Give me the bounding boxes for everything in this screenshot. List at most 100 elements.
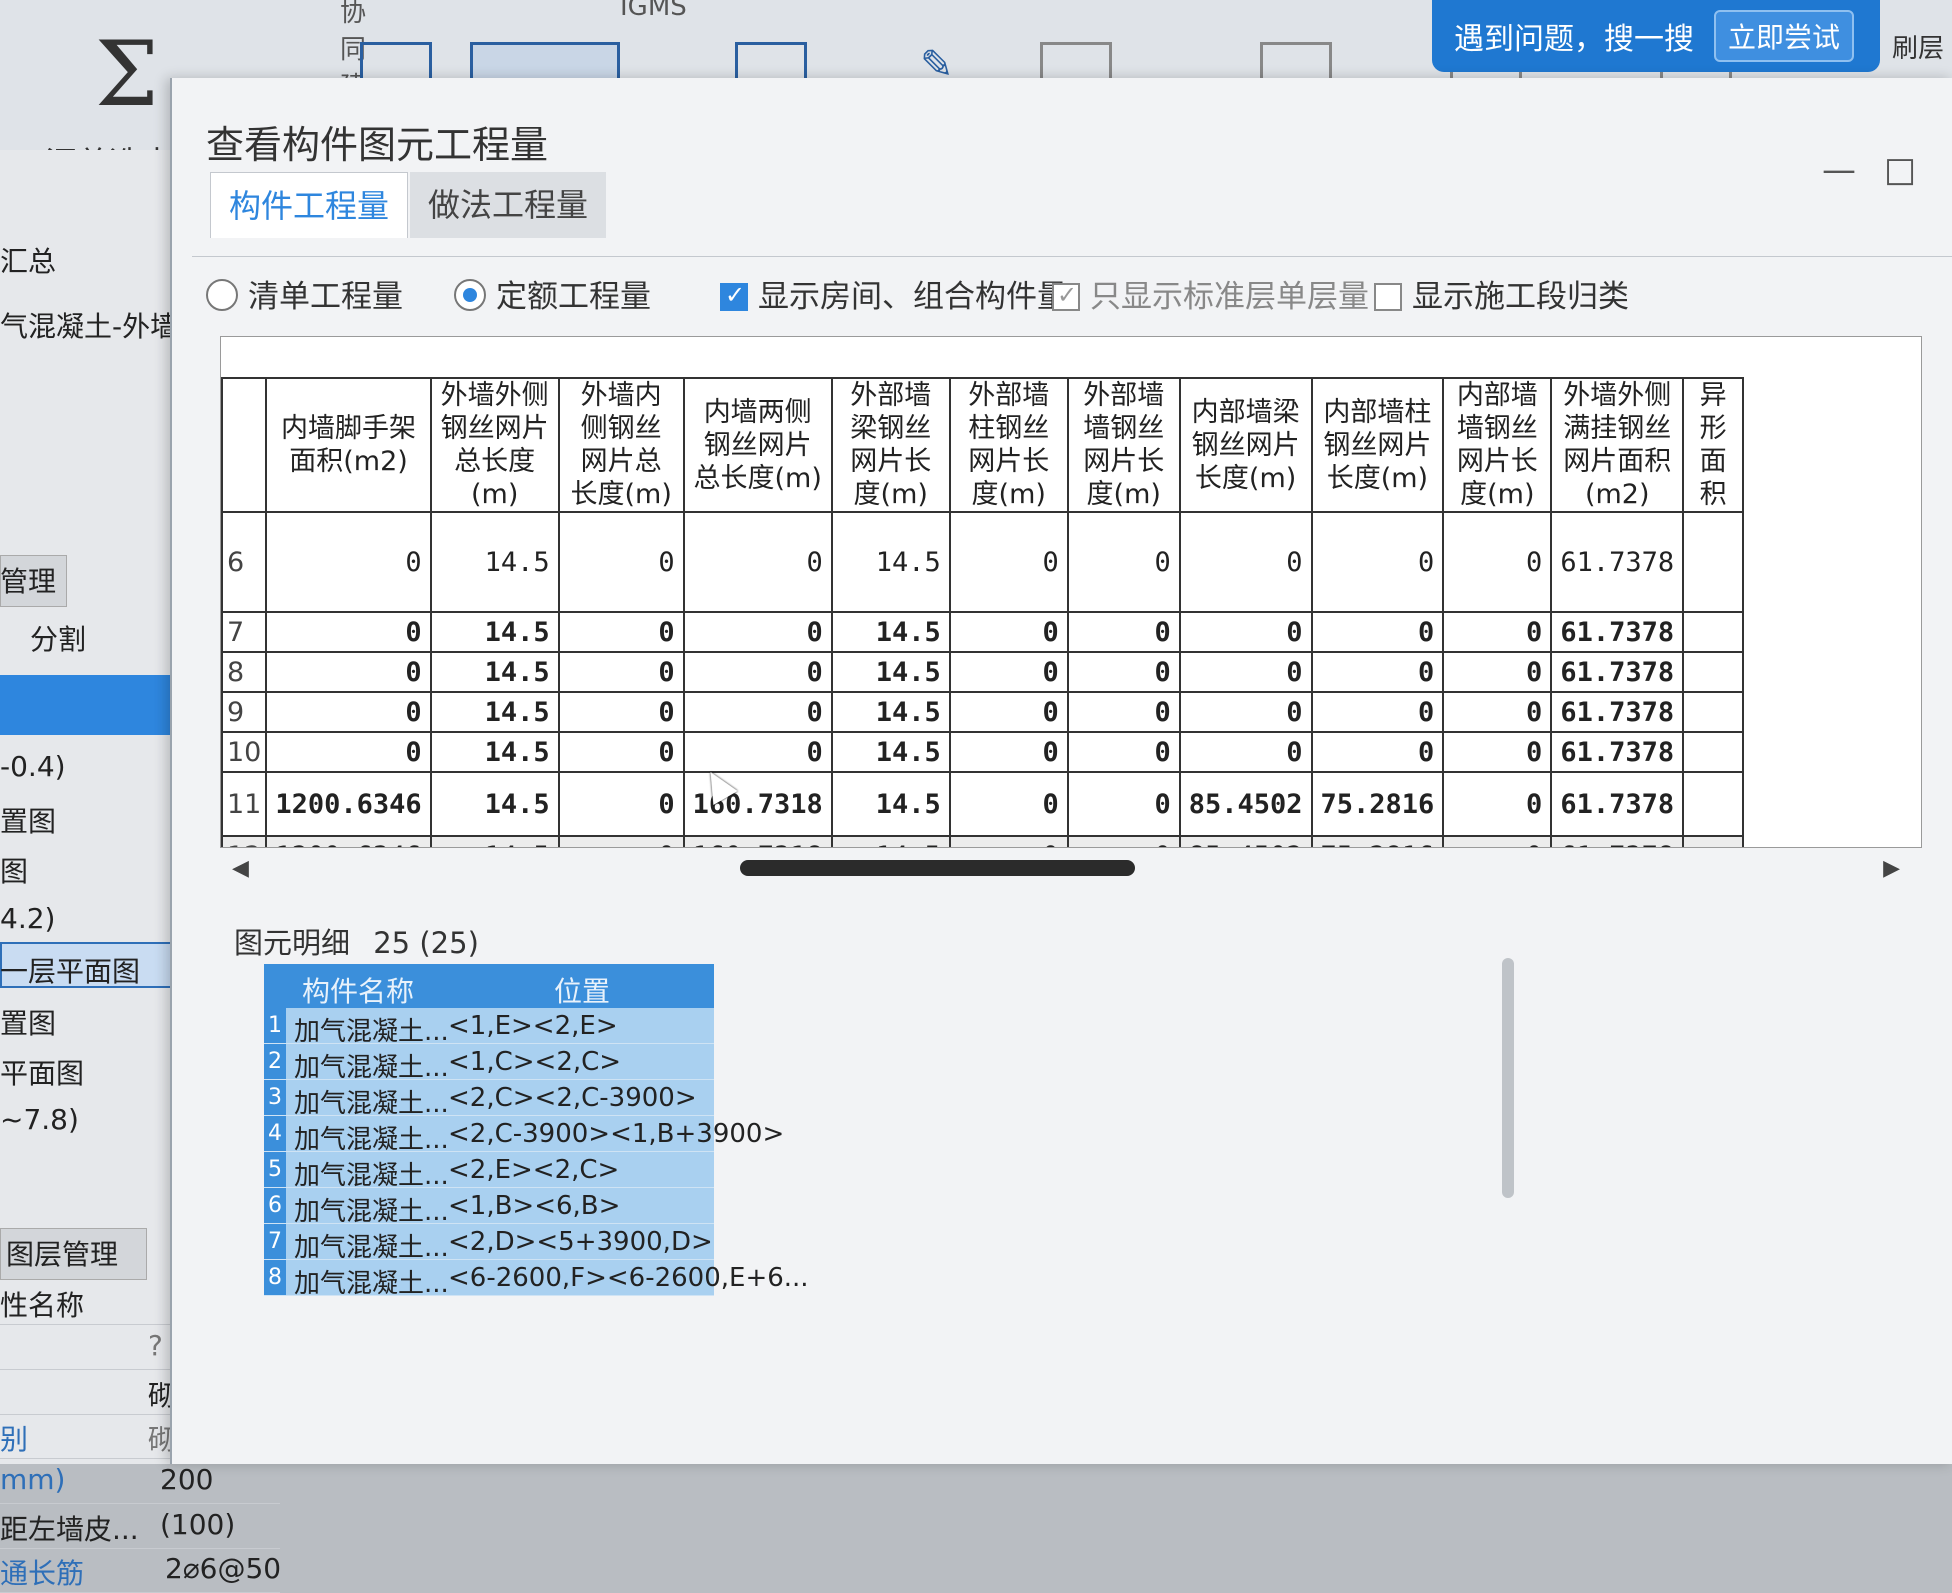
floor-item[interactable]: 图	[0, 850, 28, 890]
column-header[interactable]: 外部墙柱钢丝网片长度(m)	[948, 377, 1069, 513]
table-cell[interactable]: 0	[1066, 835, 1181, 847]
column-header[interactable]: 异形面积	[1682, 377, 1745, 513]
table-cell[interactable]: 160.7318	[682, 835, 833, 847]
table-cell[interactable]: 0	[1066, 651, 1181, 693]
table-cell[interactable]: 85.4502	[1178, 771, 1313, 837]
table-cell[interactable]	[1682, 651, 1745, 693]
floor-item[interactable]: 置图	[0, 1002, 56, 1042]
table-cell[interactable]: 0	[557, 771, 685, 837]
table-cell[interactable]: 14.5	[830, 731, 951, 773]
tab-component-quantity[interactable]: 构件工程量	[210, 172, 409, 238]
table-cell[interactable]	[1682, 731, 1745, 773]
ribbon-tab-igms[interactable]: IGMS	[620, 0, 687, 22]
split-button[interactable]: 分割	[30, 618, 86, 658]
table-cell[interactable]: 0	[265, 691, 432, 733]
table-cell[interactable]: 0	[557, 835, 685, 847]
detail-row[interactable]: 5 加气混凝土... <2,E><2,C>	[264, 1152, 714, 1191]
table-cell[interactable]: 85.4502	[1178, 835, 1313, 847]
checkbox-show-rooms[interactable]: 显示房间、组合构件量	[720, 271, 1068, 316]
floor-item[interactable]: 4.2)	[0, 902, 55, 935]
scroll-right-icon[interactable]: ▶	[1883, 856, 1900, 881]
table-cell[interactable]: 61.7378	[1550, 731, 1685, 773]
table-cell[interactable]: 0	[1178, 731, 1313, 773]
table-cell[interactable]: 0	[948, 691, 1069, 733]
checkbox-standard-floor[interactable]: 只显示标准层单层量	[1052, 271, 1369, 316]
try-now-button[interactable]: 立即尝试	[1713, 10, 1854, 62]
detail-col-name[interactable]: 构件名称	[302, 970, 414, 1010]
refresh-layer-label[interactable]: 刷层	[1892, 28, 1944, 65]
table-cell[interactable]: 0	[682, 511, 833, 613]
table-cell[interactable]: 0	[682, 731, 833, 773]
floor-item[interactable]: 平面图	[0, 1052, 84, 1092]
table-row[interactable]: 7 0 14.5 0 0 14.5 0 0 0 0 0 61.7378	[221, 611, 1745, 653]
column-header[interactable]: 外墙外侧满挂钢丝网片面积(m2)	[1550, 377, 1685, 513]
table-cell[interactable]: 0	[948, 731, 1069, 773]
radio-bill-quantity[interactable]: 清单工程量	[206, 271, 403, 316]
table-cell[interactable]: 0	[1066, 511, 1181, 613]
table-cell[interactable]: 0	[948, 611, 1069, 653]
scroll-left-icon[interactable]: ◀	[232, 856, 249, 881]
table-cell[interactable]: 0	[1310, 611, 1445, 653]
table-cell[interactable]: 0	[1310, 651, 1445, 693]
floor-item[interactable]: ~7.8)	[0, 1103, 79, 1136]
table-cell[interactable]: 61.7378	[1550, 835, 1685, 847]
table-cell[interactable]: 0	[1066, 731, 1181, 773]
table-cell[interactable]: 14.5	[429, 835, 560, 847]
table-cell[interactable]: 14.5	[429, 691, 560, 733]
table-cell[interactable]: 0	[265, 651, 432, 693]
table-cell[interactable]	[1682, 611, 1745, 653]
table-cell[interactable]: 0	[1178, 511, 1313, 613]
maximize-button[interactable]: □	[1884, 150, 1916, 190]
quantity-grid[interactable]: 内墙脚手架面积(m2) 外墙外侧钢丝网片总长度(m) 外墙内侧钢丝网片总长度(m…	[220, 336, 1922, 848]
table-cell[interactable]: 0	[682, 611, 833, 653]
table-cell[interactable]: 0	[265, 611, 432, 653]
table-cell[interactable]: 0	[1178, 651, 1313, 693]
table-cell[interactable]: 0	[1066, 771, 1181, 837]
table-cell[interactable]: 0	[557, 511, 685, 613]
manage-label[interactable]: 管理	[0, 560, 56, 600]
layer-manage-label[interactable]: 图层管理	[6, 1233, 118, 1273]
table-cell[interactable]	[1682, 835, 1745, 847]
table-row[interactable]: 8 0 14.5 0 0 14.5 0 0 0 0 0 61.7378	[221, 651, 1745, 693]
table-cell[interactable]: 0	[1310, 691, 1445, 733]
table-cell[interactable]: 14.5	[429, 651, 560, 693]
table-row[interactable]: 121200.634614.50160.731814.50085.450275.…	[221, 835, 1745, 847]
table-cell[interactable]: 0	[948, 835, 1069, 847]
table-cell[interactable]: 0	[682, 691, 833, 733]
table-cell[interactable]: 0	[1066, 691, 1181, 733]
table-cell[interactable]: 0	[1442, 835, 1553, 847]
table-cell[interactable]: 0	[265, 511, 432, 613]
table-cell[interactable]: 61.7378	[1550, 771, 1685, 837]
floor-item-first[interactable]: 一层平面图	[0, 950, 140, 990]
selected-floor[interactable]	[0, 675, 190, 735]
table-cell[interactable]: 0	[1178, 691, 1313, 733]
table-cell[interactable]: 0	[557, 611, 685, 653]
horizontal-scrollbar[interactable]: ◀ ▶	[220, 850, 1920, 890]
detail-row[interactable]: 2 加气混凝土... <1,C><2,C>	[264, 1044, 714, 1083]
table-cell[interactable]: 14.5	[830, 611, 951, 653]
floor-item[interactable]: 置图	[0, 800, 56, 840]
table-cell[interactable]: 0	[1310, 511, 1445, 613]
table-cell[interactable]: 61.7378	[1550, 611, 1685, 653]
column-header[interactable]: 内墙脚手架面积(m2)	[265, 377, 432, 513]
table-cell[interactable]: 0	[948, 651, 1069, 693]
checkbox-construction-stage[interactable]: 显示施工段归类	[1374, 271, 1629, 316]
table-cell[interactable]: 0	[557, 651, 685, 693]
table-cell[interactable]: 0	[948, 771, 1069, 837]
column-header[interactable]: 外墙外侧钢丝网片总长度(m)	[429, 377, 560, 513]
minimize-button[interactable]: —	[1822, 150, 1856, 190]
table-cell[interactable]: 0	[1442, 771, 1553, 837]
table-row[interactable]: 9 0 14.5 0 0 14.5 0 0 0 0 0 61.7378	[221, 691, 1745, 733]
table-cell[interactable]: 14.5	[429, 511, 560, 613]
floor-item[interactable]: -0.4)	[0, 750, 66, 783]
table-cell[interactable]: 14.5	[830, 691, 951, 733]
table-cell[interactable]: 0	[1178, 611, 1313, 653]
table-cell[interactable]: 0	[265, 731, 432, 773]
table-cell[interactable]: 75.2816	[1310, 835, 1445, 847]
column-header[interactable]: 内墙两侧钢丝网片总长度(m)	[682, 377, 833, 513]
detail-row[interactable]: 6 加气混凝土... <1,B><6,B>	[264, 1188, 714, 1227]
table-cell[interactable]	[1682, 691, 1745, 733]
table-cell[interactable]: 0	[1442, 651, 1553, 693]
detail-row[interactable]: 3 加气混凝土... <2,C><2,C-3900>	[264, 1080, 714, 1119]
radio-quota-quantity[interactable]: 定额工程量	[454, 271, 651, 316]
